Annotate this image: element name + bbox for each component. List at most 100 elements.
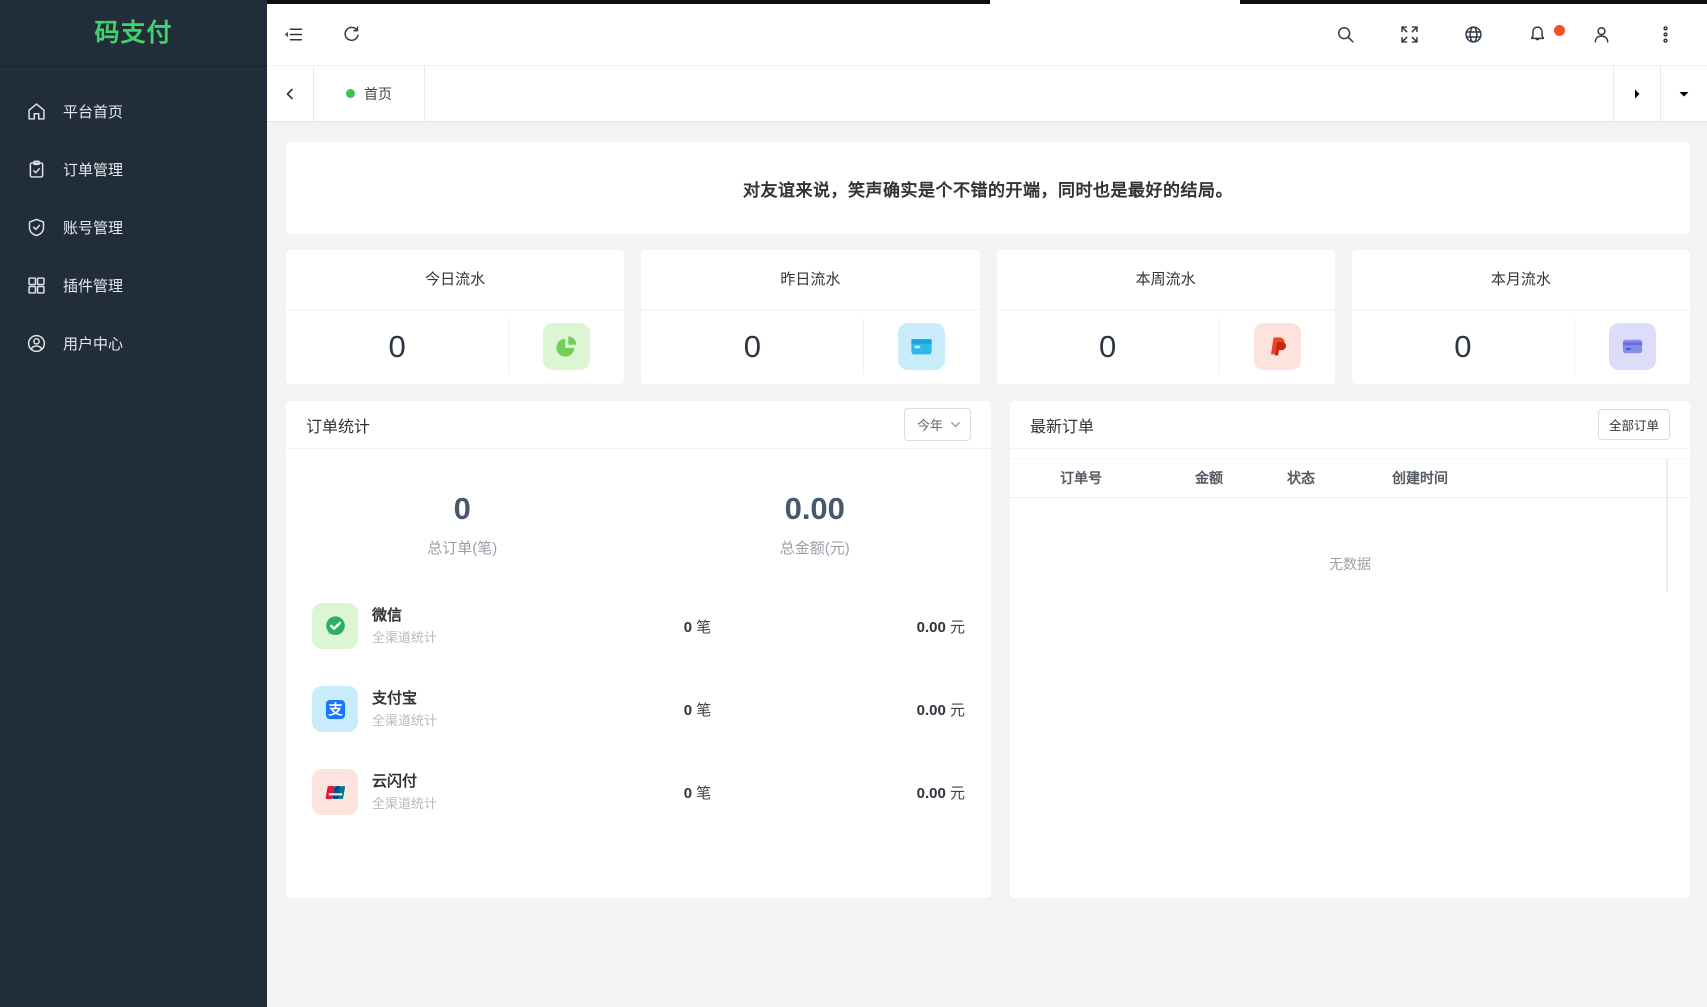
stat-title: 昨日流水 [641, 250, 979, 310]
pie-chart-icon [543, 323, 590, 370]
stat-card-yesterday: 昨日流水 0 [641, 250, 979, 384]
language-globe-icon[interactable] [1461, 23, 1485, 47]
channel-amount-unit: 元 [950, 785, 965, 802]
total-orders-value: 0 [286, 491, 639, 527]
latest-orders-panel: 最新订单 全部订单 订单号 金额 状态 创建时间 无数据 [1010, 401, 1690, 898]
search-icon[interactable] [1333, 23, 1357, 47]
sidebar: 码支付 平台首页 订单管理 账号管理 [0, 0, 267, 1007]
channel-subtitle: 全渠道统计 [372, 627, 580, 646]
notifications-bell-icon[interactable] [1525, 23, 1549, 47]
fullscreen-icon[interactable] [1397, 23, 1421, 47]
collapse-sidebar-icon[interactable] [281, 23, 305, 47]
clipboard-icon [26, 159, 47, 180]
quote-text: 对友谊来说，笑声确实是个不错的开端，同时也是最好的结局。 [743, 176, 1233, 201]
table-scrollbar[interactable] [1666, 459, 1668, 592]
column-order-no: 订单号 [1060, 468, 1195, 488]
app-logo: 码支付 [0, 0, 267, 67]
orders-table-header: 订单号 金额 状态 创建时间 [1010, 458, 1690, 498]
channel-count-unit: 笔 [696, 785, 711, 802]
channel-row-wechat: 微信 全渠道统计 0 笔 0.00 元 [312, 602, 965, 650]
channel-count: 0 [684, 785, 692, 802]
channel-count-unit: 笔 [696, 702, 711, 719]
total-orders-block: 0 总订单(笔) [286, 491, 639, 558]
sidebar-item-label: 插件管理 [63, 275, 123, 296]
column-status: 状态 [1287, 468, 1392, 488]
stat-value: 0 [286, 319, 509, 375]
tabs-scroll-right-icon[interactable] [1613, 66, 1660, 121]
notification-dot [1554, 25, 1565, 36]
sidebar-item-home[interactable]: 平台首页 [0, 85, 267, 137]
wechat-pay-icon [312, 603, 358, 649]
channel-amount: 0.00 [917, 702, 946, 719]
grid-icon [26, 275, 47, 296]
shield-check-icon [26, 217, 47, 238]
sidebar-item-label: 账号管理 [63, 217, 123, 238]
sidebar-item-plugins[interactable]: 插件管理 [0, 259, 267, 311]
top-header [267, 4, 1707, 66]
view-all-orders-button[interactable]: 全部订单 [1598, 409, 1670, 440]
page-content: 对友谊来说，笑声确实是个不错的开端，同时也是最好的结局。 今日流水 0 [267, 122, 1707, 1007]
sidebar-menu: 平台首页 订单管理 账号管理 插件管理 [0, 67, 267, 369]
alipay-icon: 支 [312, 686, 358, 732]
main-area: 首页 对友谊来说，笑声确实是个不错的开端，同时也是最好的结局。 今日流水 0 [267, 0, 1707, 1007]
sidebar-item-orders[interactable]: 订单管理 [0, 143, 267, 195]
tab-bar: 首页 [267, 66, 1707, 122]
channel-name: 支付宝 [372, 689, 580, 709]
active-tab-dot [346, 89, 355, 98]
sidebar-item-user-center[interactable]: 用户中心 [0, 317, 267, 369]
order-stats-panel: 订单统计 今年 0 总订单(笔) 0.00 总金额(元 [286, 401, 991, 898]
stat-cards-row: 今日流水 0 昨日流水 0 [286, 250, 1690, 384]
sidebar-item-label: 用户中心 [63, 333, 123, 354]
chevron-down-icon [950, 419, 961, 430]
channel-list: 微信 全渠道统计 0 笔 0.00 元 支 支付宝 [286, 602, 991, 816]
window-top-strip [267, 0, 1707, 4]
more-options-kebab-icon[interactable] [1653, 23, 1677, 47]
panels-row: 订单统计 今年 0 总订单(笔) 0.00 总金额(元 [286, 401, 1690, 898]
credit-card-icon [1609, 323, 1656, 370]
stat-value: 0 [641, 319, 864, 375]
home-icon [26, 101, 47, 122]
sidebar-item-accounts[interactable]: 账号管理 [0, 201, 267, 253]
total-orders-label: 总订单(笔) [286, 537, 639, 558]
channel-subtitle: 全渠道统计 [372, 710, 580, 729]
stat-value: 0 [1352, 319, 1575, 375]
tabbar-spacer [425, 66, 1613, 121]
user-profile-icon[interactable] [1589, 23, 1613, 47]
channel-row-unionpay: 云闪付 全渠道统计 0 笔 0.00 元 [312, 768, 965, 816]
wallet-icon [898, 323, 945, 370]
tab-home[interactable]: 首页 [313, 66, 425, 121]
stat-title: 本周流水 [997, 250, 1335, 310]
channel-row-alipay: 支 支付宝 全渠道统计 0 笔 0.00 元 [312, 685, 965, 733]
stat-title: 今日流水 [286, 250, 624, 310]
stat-card-week: 本周流水 0 [997, 250, 1335, 384]
app-root: 码支付 平台首页 订单管理 账号管理 [0, 0, 1707, 1007]
refresh-icon[interactable] [339, 23, 363, 47]
tab-label: 首页 [364, 84, 392, 104]
window-top-strip-gap [990, 0, 1240, 4]
total-amount-block: 0.00 总金额(元) [639, 491, 992, 558]
stat-card-month: 本月流水 0 [1352, 250, 1690, 384]
quote-banner: 对友谊来说，笑声确实是个不错的开端，同时也是最好的结局。 [286, 142, 1690, 234]
sidebar-item-label: 订单管理 [63, 159, 123, 180]
stat-value: 0 [997, 319, 1220, 375]
channel-name: 云闪付 [372, 772, 580, 792]
latest-orders-title: 最新订单 [1030, 413, 1094, 437]
header-right [1333, 23, 1677, 47]
channel-name: 微信 [372, 606, 580, 626]
channel-amount-unit: 元 [950, 702, 965, 719]
order-stats-title: 订单统计 [306, 413, 370, 437]
stat-title: 本月流水 [1352, 250, 1690, 310]
column-created-at: 创建时间 [1392, 468, 1552, 488]
date-range-select[interactable]: 今年 [904, 408, 971, 441]
channel-count: 0 [684, 619, 692, 636]
tabs-menu-chevron-down-icon[interactable] [1660, 66, 1707, 121]
total-amount-value: 0.00 [639, 491, 992, 527]
svg-text:支: 支 [327, 701, 343, 717]
header-left [281, 23, 363, 47]
channel-count: 0 [684, 702, 692, 719]
channel-amount: 0.00 [917, 619, 946, 636]
channel-count-unit: 笔 [696, 619, 711, 636]
orders-empty-state: 无数据 [1010, 554, 1690, 574]
channel-amount: 0.00 [917, 785, 946, 802]
tabs-scroll-left-icon[interactable] [267, 66, 313, 121]
